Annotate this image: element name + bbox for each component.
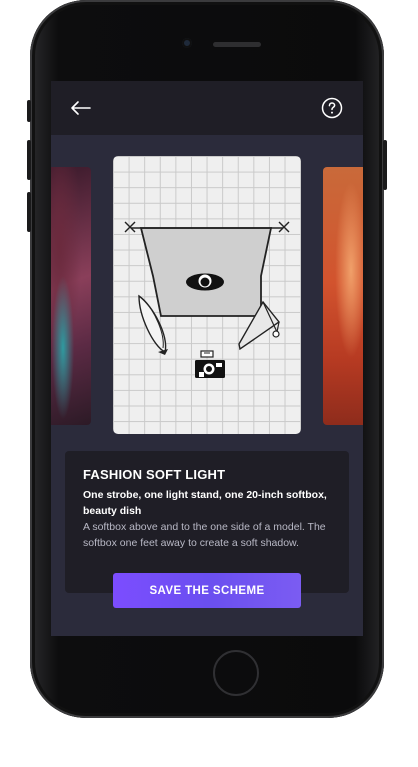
left-stand-icon	[124, 221, 136, 233]
earpiece-speaker	[213, 42, 261, 47]
next-scheme-photo[interactable]	[323, 167, 363, 425]
save-scheme-button[interactable]: SAVE THE SCHEME	[113, 573, 301, 608]
camera-icon	[195, 350, 225, 378]
question-circle-icon[interactable]	[321, 97, 343, 119]
power-button	[383, 140, 387, 190]
top-bar	[51, 81, 363, 135]
previous-scheme-photo[interactable]	[51, 167, 91, 425]
lighting-diagram-svg	[124, 221, 290, 378]
volume-down-button	[27, 192, 31, 232]
scheme-equipment: One strobe, one light stand, one 20-inch…	[83, 489, 327, 517]
right-stand-icon	[278, 221, 290, 233]
backdrop-shape	[139, 227, 273, 317]
model-icon	[186, 273, 224, 291]
volume-up-button	[27, 140, 31, 180]
lighting-diagram	[113, 156, 301, 434]
home-button[interactable]	[213, 650, 259, 696]
scheme-title: FASHION SOFT LIGHT	[83, 467, 226, 482]
mute-switch	[27, 100, 31, 122]
front-camera	[182, 38, 192, 48]
scheme-description: A softbox above and to the one side of a…	[83, 521, 326, 549]
arrow-left-icon[interactable]	[69, 96, 93, 120]
app-screen: FASHION SOFT LIGHT One strobe, one light…	[51, 81, 363, 636]
scheme-info-card: FASHION SOFT LIGHT One strobe, one light…	[65, 451, 349, 593]
